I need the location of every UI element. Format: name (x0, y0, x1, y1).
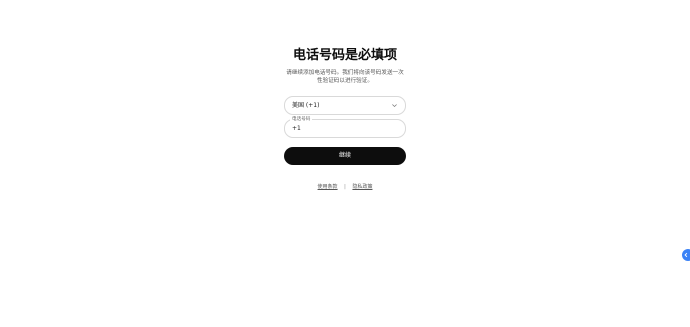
chevron-left-icon (684, 252, 688, 258)
phone-form: 电话号码是必填项 请继续添加电话号码。我们将向该号码发送一次 性验证码以进行验证… (284, 46, 406, 190)
page-title: 电话号码是必填项 (292, 48, 397, 63)
continue-button[interactable]: 继续 (284, 147, 406, 165)
side-panel-tab[interactable] (682, 249, 690, 261)
footer-links: 使用条款 | 隐私政策 (284, 183, 406, 191)
phone-number-label: 电话号码 (290, 117, 313, 123)
page: 电话号码是必填项 请继续添加电话号码。我们将向该号码发送一次 性验证码以进行验证… (0, 0, 690, 327)
page-subtitle: 请继续添加电话号码。我们将向该号码发送一次 性验证码以进行验证。 (284, 69, 406, 85)
phone-number-input[interactable]: +1 (292, 125, 301, 133)
phone-number-field[interactable]: 电话号码 +1 (284, 117, 406, 138)
subtitle-line-2: 性验证码以进行验证。 (317, 78, 373, 84)
terms-of-use-link[interactable]: 使用条款 (318, 184, 338, 190)
footer-separator: | (344, 184, 346, 190)
country-select[interactable]: 美国 (+1) (284, 96, 406, 115)
privacy-policy-link[interactable]: 隐私政策 (352, 184, 372, 190)
country-selected-value: 美国 (+1) (292, 102, 320, 109)
subtitle-line-1: 请继续添加电话号码。我们将向该号码发送一次 (286, 70, 404, 76)
chevron-down-icon (392, 104, 397, 108)
